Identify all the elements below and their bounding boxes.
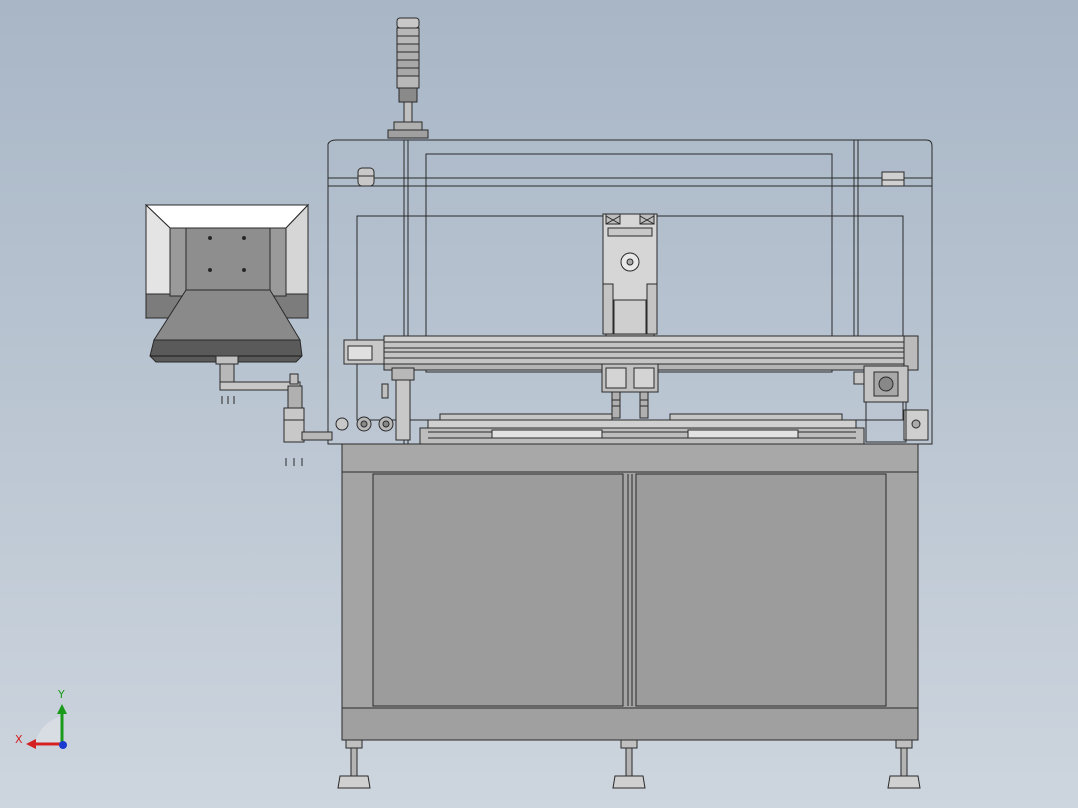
z-axis-head[interactable] [602, 213, 658, 345]
cabinet-door-left[interactable] [372, 473, 624, 707]
cad-viewport[interactable]: X Y [0, 0, 1078, 808]
monitor[interactable] [144, 203, 310, 363]
base-cabinet[interactable] [341, 443, 919, 741]
x-axis-label: X [15, 733, 23, 746]
cad-drawing [0, 0, 1078, 808]
cabinet-door-right[interactable] [635, 473, 887, 707]
y-axis-label: Y [58, 688, 65, 701]
